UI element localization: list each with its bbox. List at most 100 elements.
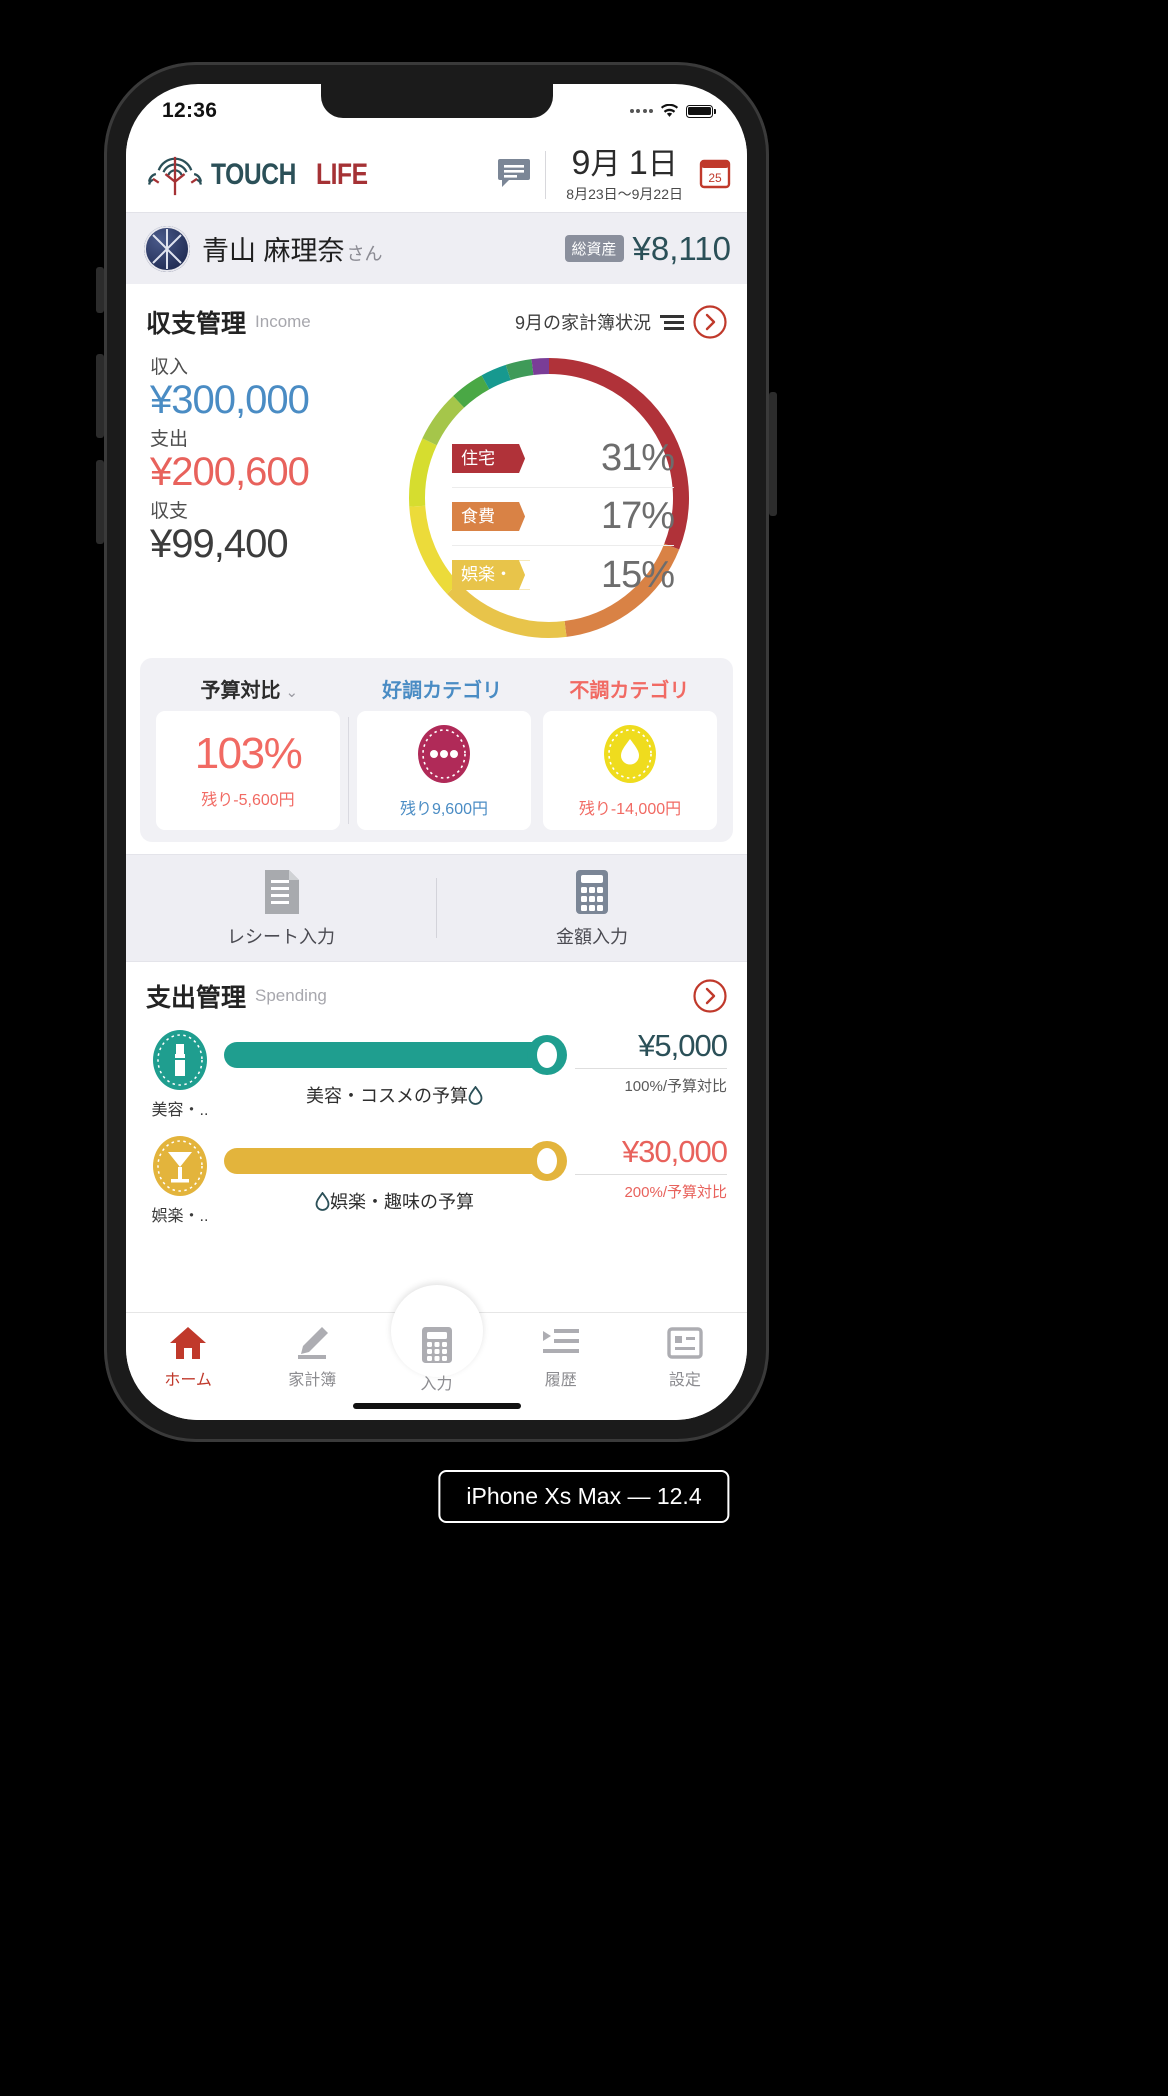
tab-input-label: 入力 (420, 1376, 453, 1393)
phone-frame: 12:36 TOUCH LIFE 9月 1日 8月23日〜9月22日 25 青山… (96, 62, 777, 1442)
donut-segment (453, 375, 490, 408)
amount-entry-label: 金額入力 (556, 926, 628, 947)
home-icon (170, 1327, 207, 1359)
calculator-icon (421, 1327, 452, 1363)
spending-caption: 娯楽・趣味の予算 (224, 1188, 565, 1214)
budget-ratio-note: 残り-5,600円 (201, 792, 295, 809)
pencil-icon (298, 1327, 329, 1359)
legend-percent-leisure: 15% (600, 553, 675, 596)
spending-arrow-button[interactable] (693, 979, 727, 1013)
budget-cells: 103% 残り-5,600円 残り9,600円 残り-14,000円 (150, 711, 723, 830)
income-subtitle: 9月の家計簿状況 (514, 313, 651, 333)
legend-ribbon-leisure: 娯楽・ (452, 560, 530, 590)
legend-percent-housing: 31% (600, 437, 675, 479)
tab-history-label: 履歴 (544, 1372, 577, 1389)
calculator-icon (576, 869, 608, 914)
tab-home-label: ホーム (164, 1372, 212, 1389)
phone-screen: 12:36 TOUCH LIFE 9月 1日 8月23日〜9月22日 25 青山… (126, 84, 747, 1420)
date-range: 8月23日〜9月22日 (566, 186, 683, 203)
app-logo[interactable]: TOUCH LIFE (146, 153, 379, 197)
mute-switch[interactable] (96, 267, 104, 313)
logo-touch-text: TOUCH (211, 158, 296, 191)
income-title-ja: 収支管理 (146, 310, 247, 338)
spending-bar-knob[interactable] (527, 1141, 567, 1181)
spending-category: 美容・.. (146, 1028, 214, 1120)
budget-cell-ratio[interactable]: 103% 残り-5,600円 (156, 711, 340, 830)
receipt-entry-button[interactable]: レシート入力 (126, 868, 436, 949)
chat-button[interactable] (497, 157, 531, 194)
total-asset-value: ¥8,110 (632, 229, 731, 267)
user-name: 青山 麻理奈 さん (202, 229, 383, 268)
settings-card-icon (667, 1327, 703, 1359)
budget-card: 予算対比 ⌄ 好調カテゴリ 不調カテゴリ 103% 残り-5,600円 残り9,… (140, 658, 733, 842)
income-header: 収支管理 Income 9月の家計簿状況 (146, 304, 727, 340)
legend-ribbon-housing: 住宅 (452, 443, 530, 474)
tab-kakeibo[interactable]: 家計簿 (250, 1325, 374, 1390)
spending-title-en: Spending (255, 986, 327, 1005)
list-filter-icon[interactable] (660, 313, 684, 331)
tab-home[interactable]: ホーム (126, 1325, 250, 1390)
income-body: 収入 ¥300,000 支出 ¥200,600 収支 ¥99,400 住宅 31… (146, 352, 727, 648)
app-header: TOUCH LIFE 9月 1日 8月23日〜9月22日 25 (126, 138, 747, 212)
spending-row[interactable]: 娯楽・.. 娯楽・趣味の予算 ¥30,000 200%/予算対比 (146, 1134, 728, 1226)
date-day: 1 (628, 143, 648, 182)
expense-donut-chart[interactable]: 住宅 31% 食費 17% 娯楽・ 15% (400, 348, 698, 648)
spending-values: ¥5,000 100%/予算対比 (575, 1028, 728, 1096)
donut-legend: 住宅 31% 食費 17% 娯楽・ 15% (452, 430, 675, 604)
avatar[interactable] (144, 225, 190, 272)
income-value-net: ¥99,400 (150, 522, 289, 567)
status-bar: 12:36 (126, 84, 747, 138)
legend-item: 住宅 31% (452, 430, 675, 488)
budget-ratio-value: 103% (194, 729, 303, 778)
calendar-button[interactable]: 25 (699, 157, 731, 194)
spending-row[interactable]: 美容・.. 美容・コスメの予算 ¥5,000 100%/予算対比 (146, 1028, 728, 1120)
legend-percent-food: 17% (600, 495, 675, 537)
budget-head-bad: 不調カテゴリ (569, 680, 690, 702)
avatar-icon (144, 225, 190, 272)
signal-dots-icon (629, 109, 653, 113)
volume-down-button[interactable] (96, 460, 104, 544)
budget-bad-note: 残り-14,000円 (578, 801, 682, 818)
spending-category-label: 美容・.. (151, 1102, 209, 1119)
spending-bar-wrap: 美容・コスメの予算 (214, 1028, 575, 1108)
income-title-en: Income (255, 312, 311, 331)
tab-history[interactable]: 履歴 (499, 1325, 623, 1390)
entry-row: レシート入力 金額入力 (126, 854, 747, 962)
donut-segment (481, 364, 511, 390)
spending-amount: ¥5,000 (638, 1028, 728, 1063)
drop-icon (468, 1085, 483, 1105)
power-button[interactable] (769, 392, 777, 516)
spending-section: 支出管理 Spending 美容・.. 美容・コスメの予算 ¥5,000 100… (126, 962, 747, 1226)
total-asset[interactable]: 総資産 ¥8,110 (564, 229, 731, 268)
spending-bar-track[interactable] (224, 1141, 567, 1181)
spending-header-right (693, 979, 727, 1013)
spending-bar-knob[interactable] (527, 1035, 567, 1075)
spending-bar-track[interactable] (224, 1035, 567, 1075)
dots-category-icon (417, 725, 470, 783)
budget-head-ratio[interactable]: 予算対比 ⌄ (150, 668, 348, 711)
legend-item: 食費 17% (452, 488, 675, 546)
income-value-in: ¥300,000 (150, 378, 310, 422)
income-section: 収支管理 Income 9月の家計簿状況 収入 ¥300,000 支出 ¥200… (126, 284, 747, 652)
date-selector[interactable]: 9月 1日 8月23日〜9月22日 (554, 143, 683, 205)
amount-entry-button[interactable]: 金額入力 (437, 868, 747, 949)
budget-head-good: 好調カテゴリ (382, 680, 503, 702)
list-history-icon (542, 1329, 579, 1353)
income-label-out: 支出 (150, 429, 189, 451)
spending-amount: ¥30,000 (621, 1134, 728, 1169)
spending-caption-text: 娯楽・趣味の予算 (330, 1192, 474, 1212)
lipstick-icon (153, 1030, 207, 1090)
income-arrow-button[interactable] (693, 305, 727, 339)
user-name-text: 青山 麻理奈 (202, 236, 345, 266)
budget-cell-bad[interactable]: 残り-14,000円 (542, 711, 717, 830)
income-label-net: 収支 (150, 501, 189, 523)
tab-input[interactable]: 入力 (374, 1325, 498, 1394)
drop-category-icon (603, 725, 656, 783)
budget-head-ratio-label: 予算対比 (200, 680, 281, 702)
volume-up-button[interactable] (96, 354, 104, 438)
budget-cell-good[interactable]: 残り9,600円 (356, 711, 531, 830)
tab-settings[interactable]: 設定 (623, 1325, 747, 1390)
user-bar[interactable]: 青山 麻理奈 さん 総資産 ¥8,110 (126, 212, 747, 284)
receipt-entry-label: レシート入力 (227, 926, 335, 947)
battery-icon (686, 104, 716, 118)
